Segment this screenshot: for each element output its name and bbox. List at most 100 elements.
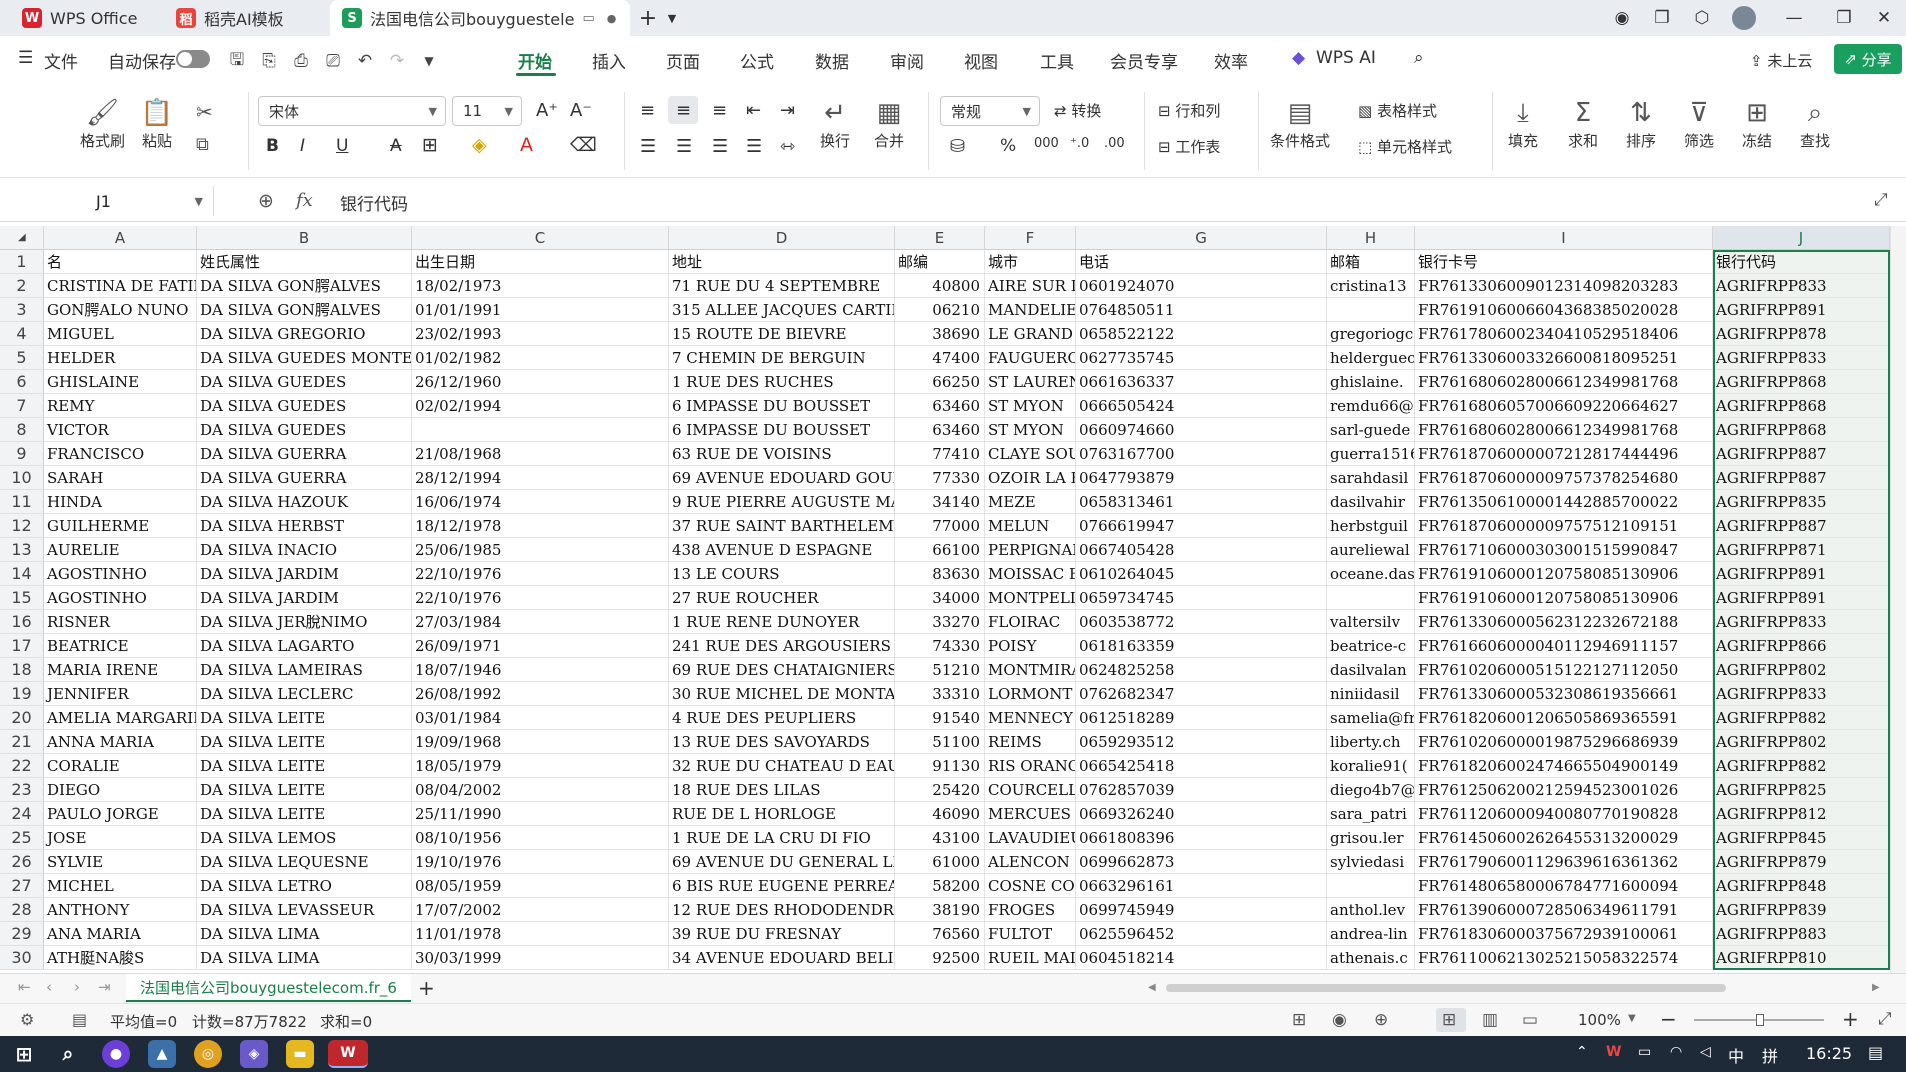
worksheet-button[interactable]: ⊟ 工作表 xyxy=(1158,136,1220,157)
row-header[interactable]: 14 xyxy=(0,562,44,586)
table-cell[interactable]: 0618163359 xyxy=(1076,634,1327,658)
table-cell[interactable]: samelia@fr xyxy=(1327,706,1415,730)
table-cell[interactable]: DA SILVA GUERRA xyxy=(197,466,412,490)
filter-button[interactable]: ⊽ 筛选 xyxy=(1682,96,1716,151)
table-style-button[interactable]: ▧ 表格样式 xyxy=(1358,100,1437,121)
table-cell[interactable]: 0610264045 xyxy=(1076,562,1327,586)
table-cell[interactable]: 0763167700 xyxy=(1076,442,1327,466)
table-cell[interactable]: 0660974660 xyxy=(1076,418,1327,442)
table-cell[interactable]: FR7611006213025215058322574 xyxy=(1415,946,1713,970)
fill-button[interactable]: ⤓ 填充 xyxy=(1506,96,1540,151)
table-cell[interactable]: AGRIFRPP878 xyxy=(1713,322,1890,346)
table-cell[interactable]: DA SILVA LEITE xyxy=(197,802,412,826)
table-cell[interactable]: 18/07/1946 xyxy=(412,658,669,682)
table-cell[interactable]: 7 CHEMIN DE BERGUIN xyxy=(669,346,895,370)
table-cell[interactable]: liberty.ch xyxy=(1327,730,1415,754)
table-cell[interactable]: 46090 xyxy=(895,802,985,826)
first-sheet-icon[interactable]: ⇤ xyxy=(18,978,31,996)
spreadsheet-grid[interactable]: ◢ A B C D E F G H I J 1 名姓氏属性 出生日期 地址 邮编 城市 电话 邮箱 银行卡号 银行代码… xyxy=(0,226,1906,973)
table-cell[interactable]: MONTMIRAIL xyxy=(985,658,1076,682)
search-icon[interactable]: ⌕ xyxy=(54,1040,82,1068)
cube-icon[interactable]: ⬡ xyxy=(1688,4,1716,32)
table-cell[interactable]: 0612518289 xyxy=(1076,706,1327,730)
indent-decrease-icon[interactable]: ⇤ xyxy=(746,100,761,121)
row-header[interactable]: 1 xyxy=(0,250,44,274)
table-cell[interactable]: COURCELLES xyxy=(985,778,1076,802)
table-cell[interactable]: FR7616806028006612349981768 xyxy=(1415,370,1713,394)
table-cell[interactable]: 33270 xyxy=(895,610,985,634)
share-button[interactable]: ⇗ 分享 xyxy=(1834,44,1902,74)
table-cell[interactable]: DA SILVA LAMEIRAS xyxy=(197,658,412,682)
table-cell[interactable]: REMY xyxy=(44,394,197,418)
zoom-in-icon[interactable]: + xyxy=(1842,1007,1859,1031)
table-cell[interactable]: 01/01/1991 xyxy=(412,298,669,322)
table-cell[interactable]: DA SILVA HERBST xyxy=(197,514,412,538)
row-header[interactable]: 5 xyxy=(0,346,44,370)
table-cell[interactable]: FR7616806028006612349981768 xyxy=(1415,418,1713,442)
expand-formula-icon[interactable]: ⤢ xyxy=(1874,190,1888,210)
border-icon[interactable]: ⊞ xyxy=(422,134,438,156)
table-cell[interactable]: 08/04/2002 xyxy=(412,778,669,802)
table-cell[interactable]: 34140 xyxy=(895,490,985,514)
table-cell[interactable]: MIGUEL xyxy=(44,322,197,346)
row-header[interactable]: 4 xyxy=(0,322,44,346)
table-cell[interactable]: CRISTINA DE FATIMA xyxy=(44,274,197,298)
table-cell[interactable] xyxy=(412,418,669,442)
table-cell[interactable]: 83630 xyxy=(895,562,985,586)
table-cell[interactable]: ST MYON xyxy=(985,418,1076,442)
table-cell[interactable]: AGRIFRPP839 xyxy=(1713,898,1890,922)
prev-sheet-icon[interactable]: ‹ xyxy=(46,978,52,996)
italic-icon[interactable]: I xyxy=(300,136,305,156)
tab-data[interactable]: 数据 xyxy=(815,48,849,73)
table-cell[interactable]: DA SILVA GUEDES xyxy=(197,418,412,442)
table-cell[interactable]: POISY xyxy=(985,634,1076,658)
table-cell[interactable]: AGRIFRPP891 xyxy=(1713,562,1890,586)
table-cell[interactable]: AGRIFRPP868 xyxy=(1713,370,1890,394)
table-cell[interactable]: 08/05/1959 xyxy=(412,874,669,898)
last-sheet-icon[interactable]: ⇥ xyxy=(98,978,111,996)
table-cell[interactable]: 23/02/1993 xyxy=(412,322,669,346)
table-cell[interactable]: DA SILVA JER脫NIMO xyxy=(197,610,412,634)
table-cell[interactable]: 51210 xyxy=(895,658,985,682)
table-cell[interactable]: AGRIFRPP825 xyxy=(1713,778,1890,802)
table-cell[interactable]: 19/10/1976 xyxy=(412,850,669,874)
table-cell[interactable]: athenais.c xyxy=(1327,946,1415,970)
table-cell[interactable]: DA SILVA LIMA xyxy=(197,922,412,946)
table-cell[interactable]: FR7616606000040112946911157 xyxy=(1415,634,1713,658)
cloud-status[interactable]: ⇪ 未上云 xyxy=(1750,50,1812,71)
table-cell[interactable]: 25/06/1985 xyxy=(412,538,669,562)
table-cell[interactable]: DA SILVA HAZOUK xyxy=(197,490,412,514)
restore-icon[interactable]: ❐ xyxy=(1830,4,1858,32)
table-cell[interactable]: FROGES xyxy=(985,898,1076,922)
table-cell[interactable]: DA SILVA LEMOS xyxy=(197,826,412,850)
thousands-icon[interactable]: 000 xyxy=(1034,136,1059,151)
row-header[interactable]: 9 xyxy=(0,442,44,466)
assistant-app-icon[interactable]: ● xyxy=(102,1040,130,1068)
page-layout-icon[interactable]: ▥ xyxy=(1482,1010,1498,1030)
search-icon[interactable]: ⌕ xyxy=(1414,48,1424,68)
table-cell[interactable]: 15 ROUTE DE BIEVRE xyxy=(669,322,895,346)
table-cell[interactable]: GUILHERME xyxy=(44,514,197,538)
table-cell[interactable]: valtersilv xyxy=(1327,610,1415,634)
table-cell[interactable]: 22/10/1976 xyxy=(412,562,669,586)
table-cell[interactable]: FR7613306000562312232672188 xyxy=(1415,610,1713,634)
tab-page[interactable]: 页面 xyxy=(666,48,700,73)
table-cell[interactable]: ghislaine. xyxy=(1327,370,1415,394)
row-header[interactable]: 25 xyxy=(0,826,44,850)
header-cell[interactable]: 银行代码 xyxy=(1713,250,1890,274)
table-cell[interactable]: FAUGUEROLL xyxy=(985,346,1076,370)
table-cell[interactable]: 58200 xyxy=(895,874,985,898)
convert-button[interactable]: ⇄ 转换 xyxy=(1054,100,1101,121)
table-cell[interactable]: FR7610206000019875296686939 xyxy=(1415,730,1713,754)
table-cell[interactable]: AGRIFRPP887 xyxy=(1713,442,1890,466)
table-cell[interactable]: 0666505424 xyxy=(1076,394,1327,418)
underline-icon[interactable]: U xyxy=(336,136,348,156)
table-cell[interactable]: 0627735745 xyxy=(1076,346,1327,370)
table-cell[interactable]: JENNIFER xyxy=(44,682,197,706)
table-cell[interactable]: 02/02/1994 xyxy=(412,394,669,418)
header-cell[interactable]: 电话 xyxy=(1076,250,1327,274)
table-cell[interactable]: 13 LE COURS xyxy=(669,562,895,586)
table-cell[interactable]: 0699662873 xyxy=(1076,850,1327,874)
table-cell[interactable]: FR7619106000120758085130906 xyxy=(1415,586,1713,610)
tab-docer[interactable]: 稻 稻壳AI模板 xyxy=(164,0,324,36)
